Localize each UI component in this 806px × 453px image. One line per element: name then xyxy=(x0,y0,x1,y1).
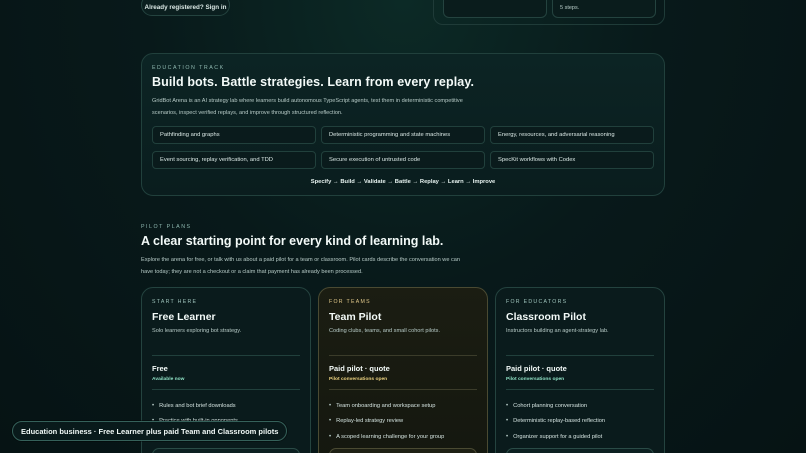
plan-feature: Organizer support for a guided pilot xyxy=(506,429,605,445)
plan-name: Classroom Pilot xyxy=(506,311,586,323)
plan-subtitle: Instructors building an agent-strategy l… xyxy=(506,328,609,334)
education-kicker: EDUCATION TRACK xyxy=(152,65,225,71)
plan-feature-list: Team onboarding and workspace setup Repl… xyxy=(329,398,444,445)
plans-title: A clear starting point for every kind of… xyxy=(141,234,444,248)
topic-chip: SpecKit workflows with Codex xyxy=(490,151,654,169)
plan-feature: Deterministic replay-based reflection xyxy=(506,414,605,430)
plan-kicker: START HERE xyxy=(152,299,198,305)
education-description: GridBot Arena is an AI strategy lab wher… xyxy=(152,98,463,116)
plan-card-classroom-pilot: FOR EDUCATORS Classroom Pilot Instructor… xyxy=(495,287,665,453)
plan-kicker: FOR TEAMS xyxy=(329,299,371,305)
plan-card-team-pilot: FOR TEAMS Team Pilot Coding clubs, teams… xyxy=(318,287,488,453)
education-track-panel: EDUCATION TRACK Build bots. Battle strat… xyxy=(141,53,665,196)
topic-chip: Deterministic programming and state mach… xyxy=(321,126,485,144)
plans-kicker: PILOT PLANS xyxy=(141,224,192,230)
plan-feature: Team onboarding and workspace setup xyxy=(329,398,444,414)
learning-flow: Specify → Build → Validate → Battle → Re… xyxy=(310,179,496,185)
topic-chip: Secure execution of untrusted code xyxy=(321,151,485,169)
plan-cta-button[interactable] xyxy=(329,448,477,453)
plan-price: Paid pilot · quote xyxy=(506,364,567,373)
plan-feature: A scoped learning challenge for your gro… xyxy=(329,429,444,445)
plan-name: Free Learner xyxy=(152,311,216,323)
divider xyxy=(152,389,300,390)
plan-price: Paid pilot · quote xyxy=(329,364,390,373)
plan-status: Available now xyxy=(152,377,185,382)
plan-subtitle: Coding clubs, teams, and small cohort pi… xyxy=(329,328,440,334)
plan-name: Team Pilot xyxy=(329,311,382,323)
education-title: Build bots. Battle strategies. Learn fro… xyxy=(152,75,475,89)
plan-subtitle: Solo learners exploring bot strategy. xyxy=(152,328,242,334)
plan-feature: Rules and bot brief downloads xyxy=(152,398,238,414)
plans-description: Explore the arena for free, or talk with… xyxy=(141,257,461,275)
divider xyxy=(152,355,300,356)
divider xyxy=(506,389,654,390)
plan-cta-button[interactable] xyxy=(152,448,300,453)
topic-chip: Event sourcing, replay verification, and… xyxy=(152,151,316,169)
top-preview-card-left xyxy=(443,0,547,18)
divider xyxy=(329,355,477,356)
topic-chip: Energy, resources, and adversarial reaso… xyxy=(490,126,654,144)
topic-chip: Pathfinding and graphs xyxy=(152,126,316,144)
business-toast[interactable]: Education business · Free Learner plus p… xyxy=(12,421,288,441)
plan-cta-button[interactable] xyxy=(506,448,654,453)
plan-feature: Replay-led strategy review xyxy=(329,414,444,430)
plan-feature-list: Cohort planning conversation Determinist… xyxy=(506,398,605,445)
plan-status: Pilot conversations open xyxy=(506,377,565,382)
sign-in-button[interactable]: Already registered? Sign in xyxy=(141,0,230,16)
divider xyxy=(506,355,654,356)
plan-feature: Cohort planning conversation xyxy=(506,398,605,414)
plan-kicker: FOR EDUCATORS xyxy=(506,299,568,305)
divider xyxy=(329,389,477,390)
plan-price: Free xyxy=(152,364,168,373)
plan-status: Pilot conversations open xyxy=(329,377,388,382)
steps-text: 5 steps. xyxy=(560,5,580,11)
